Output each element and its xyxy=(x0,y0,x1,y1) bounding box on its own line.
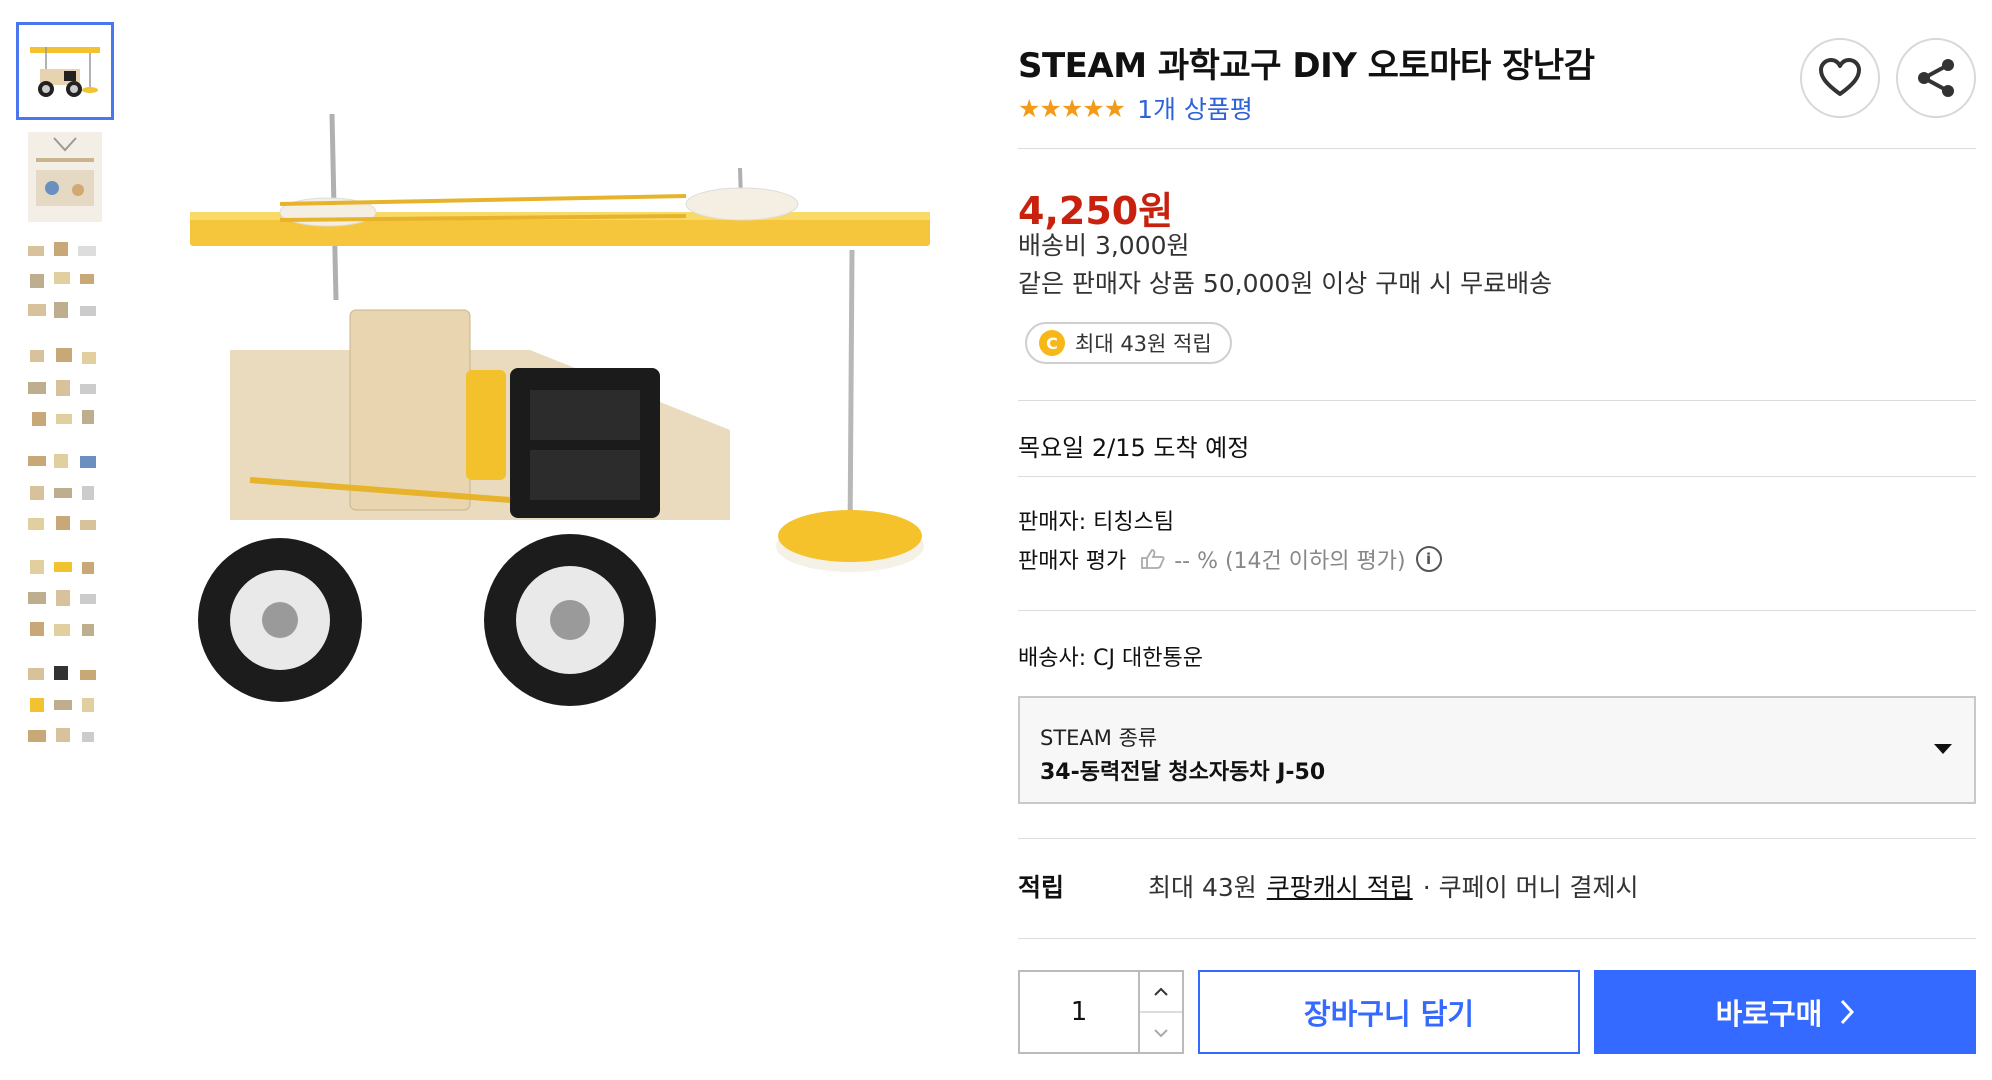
kit-box-thumbnail-image xyxy=(28,132,102,222)
toy-collage-thumbnail-image xyxy=(28,242,96,318)
reward-info: 적립 최대 43원 쿠팡캐시 적립 · 쿠페이 머니 결제시 xyxy=(1018,868,1639,904)
reward-prefix: 최대 43원 xyxy=(1148,873,1257,902)
thumbnail-list xyxy=(16,22,116,764)
heart-icon xyxy=(1819,58,1861,96)
thumbnail-1[interactable] xyxy=(16,22,114,120)
share-button[interactable] xyxy=(1896,38,1976,118)
dropdown-caret-icon xyxy=(1934,744,1952,754)
info-icon[interactable]: i xyxy=(1415,546,1442,572)
option-label: STEAM 종류 xyxy=(1040,726,1158,750)
free-shipping-note: 같은 판매자 상품 50,000원 이상 구매 시 무료배송 xyxy=(1018,269,1553,298)
review-count-link[interactable]: 1개 상품평 xyxy=(1137,90,1253,126)
thumbnail-4[interactable] xyxy=(16,340,114,438)
thumbnail-7[interactable] xyxy=(16,658,114,756)
quantity-decrease-button[interactable] xyxy=(1140,1013,1182,1052)
buy-now-button[interactable]: 바로구매 xyxy=(1594,970,1976,1054)
shipping-fee: 배송비 3,000원 xyxy=(1018,231,1190,260)
shipping-carrier: 배송사: CJ 대한통운 xyxy=(1018,646,1203,671)
main-product-image xyxy=(170,100,930,720)
seller-rating-value: -- % (14건 이하의 평가) xyxy=(1174,549,1406,574)
reward-badge: C 최대 43원 적립 xyxy=(1025,322,1232,364)
reward-cash-link[interactable]: 쿠팡캐시 적립 xyxy=(1267,868,1413,904)
seller-rating-detail: -- % (14건 이하의 평가) xyxy=(1140,543,1406,575)
quantity-increase-button[interactable] xyxy=(1140,972,1182,1013)
quantity-arrows xyxy=(1140,972,1182,1052)
divider xyxy=(1018,400,1976,401)
thumbnail-5[interactable] xyxy=(16,446,114,544)
seller-rating-label: 판매자 평가 xyxy=(1018,549,1127,574)
option-selected-value: 34-동력전달 청소자동차 J-50 xyxy=(1040,760,1326,785)
share-icon xyxy=(1918,59,1954,97)
option-dropdown[interactable]: STEAM 종류 34-동력전달 청소자동차 J-50 xyxy=(1018,696,1976,804)
thumbnail-2[interactable] xyxy=(16,128,114,226)
car-toy-thumbnail-image xyxy=(30,47,100,97)
thumbnail-3[interactable] xyxy=(16,234,114,332)
divider xyxy=(1018,476,1976,477)
reward-badge-text: 최대 43원 적립 xyxy=(1075,332,1212,356)
seller-rating: 판매자 평가 -- % (14건 이하의 평가) i xyxy=(1018,543,1442,575)
product-info-panel: STEAM 과학교구 DIY 오토마타 장난감 ★★★★★ 1개 상품평 4,2… xyxy=(1018,0,1976,1080)
reward-label: 적립 xyxy=(1018,873,1065,902)
chevron-right-icon xyxy=(1841,999,1855,1025)
chevron-down-icon xyxy=(1154,1028,1168,1037)
quantity-input[interactable]: 1 xyxy=(1020,972,1140,1052)
divider xyxy=(1018,838,1976,839)
divider xyxy=(1018,610,1976,611)
divider xyxy=(1018,938,1976,939)
product-title: STEAM 과학교구 DIY 오토마타 장난감 xyxy=(1018,46,1595,86)
quantity-stepper: 1 xyxy=(1018,970,1184,1054)
reward-suffix: · 쿠페이 머니 결제시 xyxy=(1422,873,1639,902)
automata-car-image xyxy=(190,113,930,706)
chevron-up-icon xyxy=(1154,987,1168,996)
wishlist-button[interactable] xyxy=(1800,38,1880,118)
add-to-cart-button[interactable]: 장바구니 담기 xyxy=(1198,970,1580,1054)
toy-collage-thumbnail-image xyxy=(28,348,96,426)
divider xyxy=(1018,148,1976,149)
toy-collage-thumbnail-image xyxy=(28,666,96,742)
thumbs-up-icon xyxy=(1141,549,1165,569)
toy-collage-thumbnail-image xyxy=(28,560,96,636)
delivery-date: 목요일 2/15 도착 예정 xyxy=(1018,434,1250,462)
thumbnail-6[interactable] xyxy=(16,552,114,650)
coupang-cash-coin-icon: C xyxy=(1039,330,1065,356)
toy-collage-thumbnail-image xyxy=(28,454,96,530)
rating-summary: ★★★★★ 1개 상품평 xyxy=(1018,90,1253,126)
star-rating: ★★★★★ xyxy=(1018,93,1126,123)
seller-name: 판매자: 티칭스팀 xyxy=(1018,510,1175,535)
buy-now-label: 바로구매 xyxy=(1715,997,1823,1031)
